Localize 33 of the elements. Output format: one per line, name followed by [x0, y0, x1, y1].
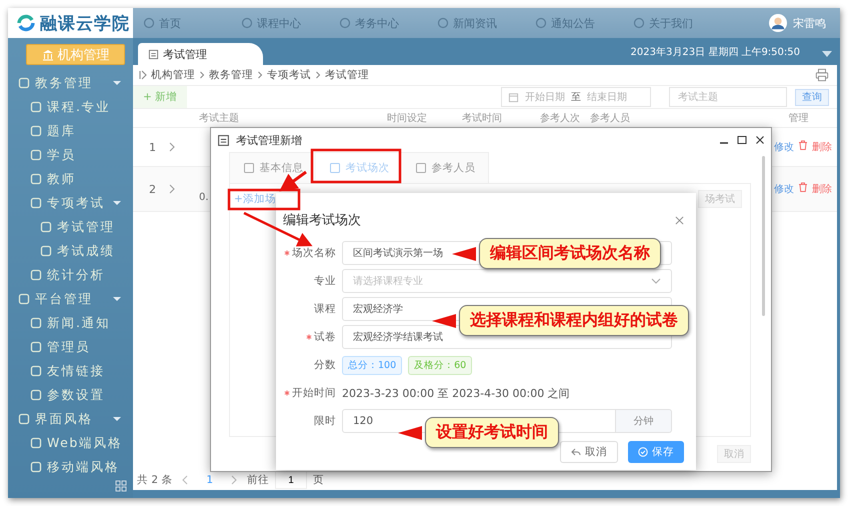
total-count: 共 2 条	[137, 473, 172, 487]
callout-note: 设置好考试时间	[425, 417, 559, 448]
callout-note: 选择课程和课程内组好的试卷	[459, 305, 689, 336]
page-unit: 页	[313, 473, 324, 487]
time-range-text: 2023-3-23 00:00 至 2023-4-30 00:00 之间	[342, 386, 570, 400]
field-label: 开始时间	[292, 386, 336, 400]
dialog-title: 编辑考试场次	[283, 212, 361, 229]
field-label: 场次名称	[292, 246, 336, 260]
logo-text: 融课云学院	[40, 12, 130, 34]
column-header: 考试主题	[199, 112, 240, 125]
goto-label: 前往	[247, 473, 270, 487]
field-label: 试卷	[314, 330, 336, 344]
column-header: 时间设定	[387, 112, 428, 125]
field-label: 专业	[314, 274, 336, 288]
score-tag: 及格分：60	[408, 356, 472, 374]
field-label: 课程	[314, 302, 336, 316]
unit-addon: 分钟	[616, 409, 672, 433]
field-label: 限时	[314, 414, 336, 428]
dialog-title: 考试管理新增	[236, 132, 302, 148]
date-time: 2023年3月23日 星期四 上午9:50:50	[630, 46, 800, 58]
range-separator: 至	[571, 91, 581, 104]
score-tag: 总分：100	[342, 356, 402, 374]
column-header: 考试时间	[462, 112, 503, 125]
column-header: 参考人次	[540, 112, 581, 125]
column-header: 参考人员	[590, 112, 631, 125]
table-cell: 0.	[199, 192, 209, 202]
row-number: 2	[148, 182, 157, 196]
column-header: 管理	[788, 112, 808, 125]
row-number: 1	[148, 140, 157, 154]
start-date-placeholder: 开始日期	[525, 90, 565, 104]
callout-note: 编辑区间考试场次名称	[479, 238, 661, 269]
end-date-placeholder: 结束日期	[587, 90, 627, 104]
field-label: 分数	[314, 358, 336, 372]
